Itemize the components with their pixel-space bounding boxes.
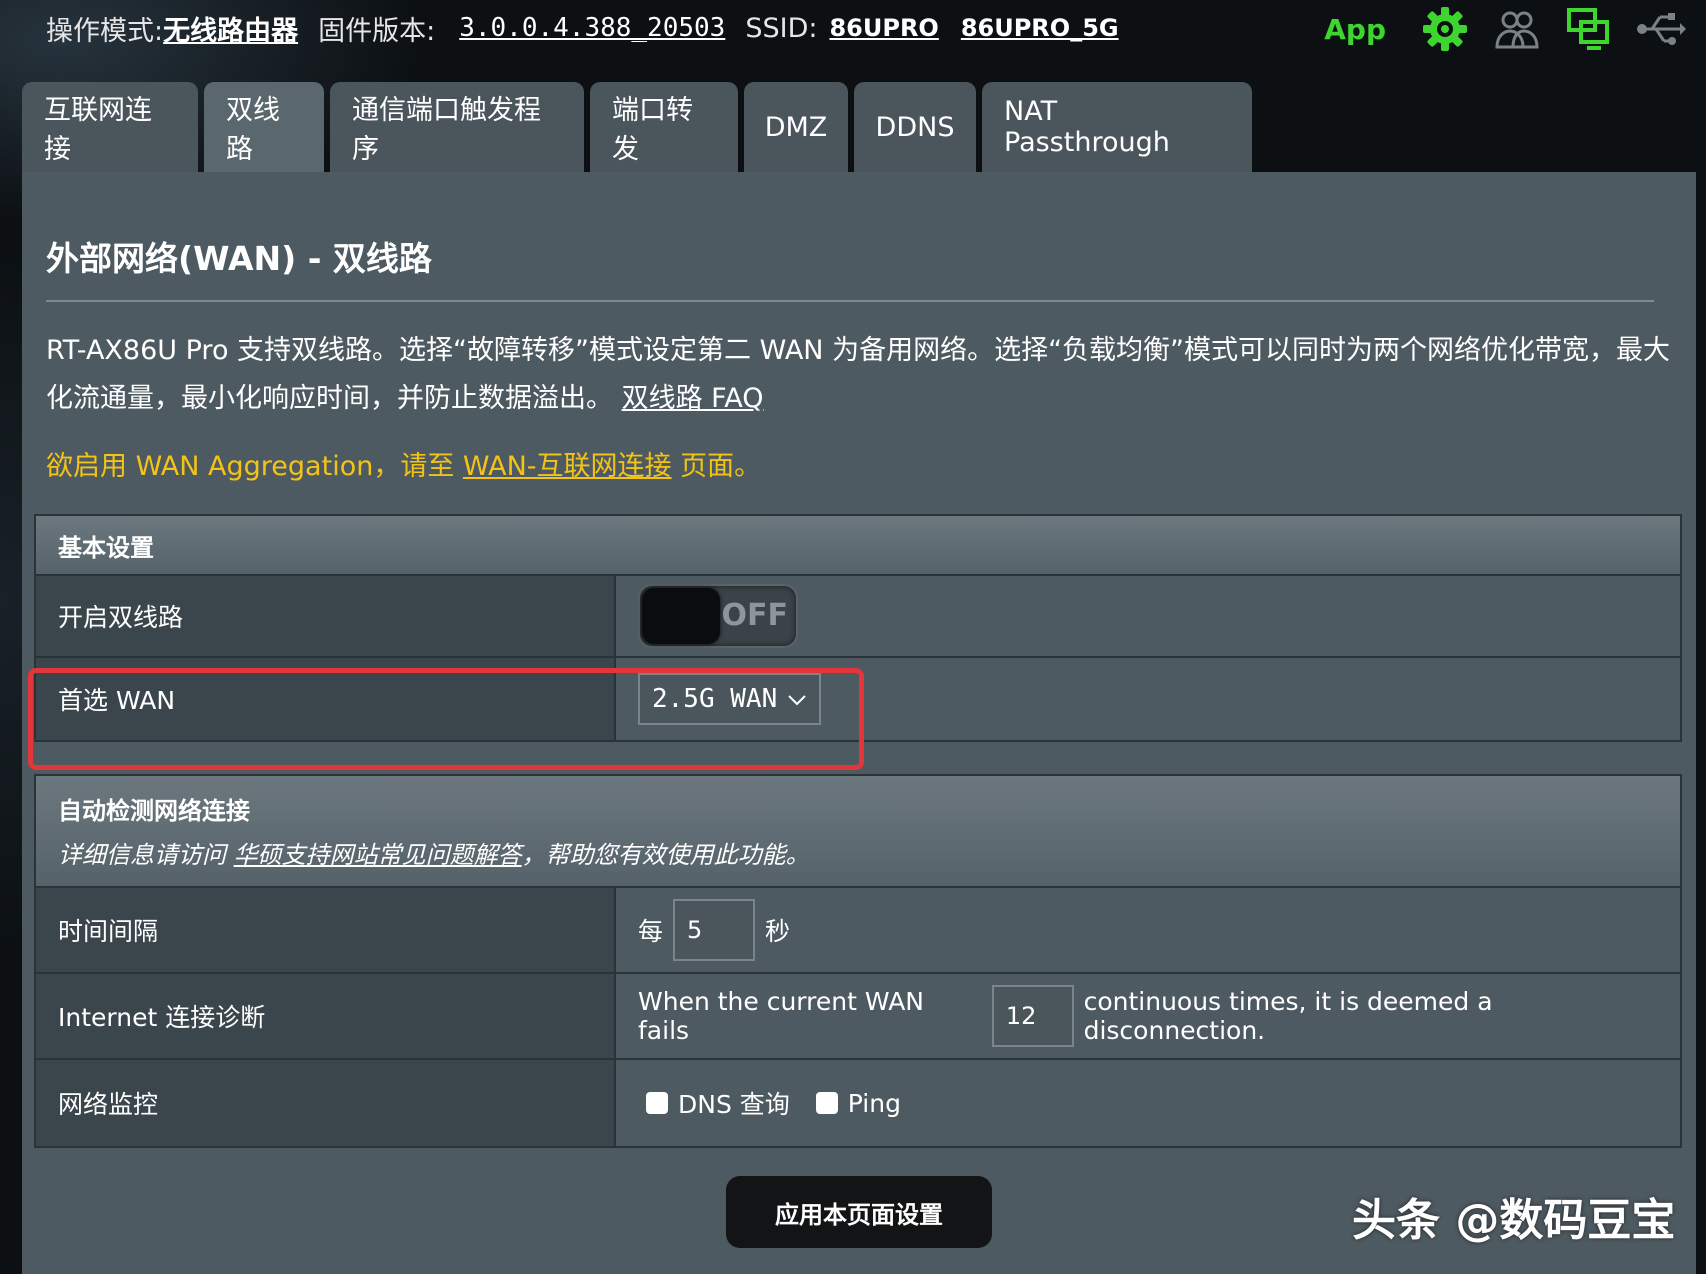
tab-port-forward[interactable]: 端口转发 — [590, 82, 738, 172]
toggle-state: OFF — [721, 598, 789, 633]
dual-wan-cell: OFF — [616, 576, 1680, 656]
table-row: Internet 连接诊断 When the current WAN fails… — [36, 974, 1680, 1060]
primary-wan-value: 2.5G WAN — [652, 684, 778, 714]
diagnosis-suffix: continuous times, it is deemed a disconn… — [1083, 987, 1493, 1045]
auto-detect-subtitle: 详细信息请访问 华硕支持网站常见问题解答，帮助您有效使用此功能。 — [58, 832, 1680, 878]
table-row: 时间间隔 每 5 秒 — [36, 888, 1680, 974]
ping-checkbox[interactable] — [815, 1092, 838, 1114]
tab-label: 通信端口触发程序 — [352, 95, 541, 165]
tab-ddns[interactable]: DDNS — [854, 82, 976, 172]
primary-wan-cell: 2.5G WAN — [616, 658, 1680, 740]
tab-label: 端口转发 — [612, 95, 693, 165]
primary-wan-label: 首选 WAN — [36, 658, 616, 740]
app-link[interactable]: App — [1324, 13, 1386, 46]
table-row: 首选 WAN 2.5G WAN — [36, 658, 1680, 740]
interval-cell: 每 5 秒 — [616, 888, 1680, 972]
table-row: 网络监控 DNS 查询 Ping — [36, 1060, 1680, 1146]
interval-label: 时间间隔 — [36, 888, 616, 972]
tab-label: 互联网连接 — [44, 95, 152, 165]
asus-faq-link[interactable]: 华硕支持网站常见问题解答 — [234, 841, 522, 869]
main-panel: 外部网络(WAN) - 双线路 RT-AX86U Pro 支持双线路。选择“故障… — [22, 172, 1696, 1274]
notice-suffix: 页面。 — [671, 451, 762, 482]
tab-nat-passthrough[interactable]: NAT Passthrough — [982, 82, 1252, 172]
auto-detect-header: 自动检测网络连接 详细信息请访问 华硕支持网站常见问题解答，帮助您有效使用此功能… — [36, 776, 1680, 888]
notice-prefix: 欲启用 WAN Aggregation，请至 — [46, 451, 463, 482]
interval-suffix: 秒 — [765, 917, 791, 946]
table-row: 开启双线路 OFF — [36, 576, 1680, 658]
basic-settings-table: 基本设置 开启双线路 OFF 首选 WAN 2.5G WAN — [34, 514, 1682, 742]
firmware-label: 固件版本: — [318, 15, 436, 47]
tab-label: DMZ — [764, 111, 828, 143]
ssid-label: SSID: — [745, 12, 818, 44]
monitor-label: 网络监控 — [36, 1060, 616, 1146]
ssid-link-1[interactable]: 86UPRO — [829, 14, 938, 42]
apply-button[interactable]: 应用本页面设置 — [726, 1176, 992, 1248]
tab-label: 双线路 — [226, 95, 280, 165]
diagnosis-label: Internet 连接诊断 — [36, 974, 616, 1058]
interval-input[interactable]: 5 — [673, 899, 756, 961]
subtitle-suffix: ，帮助您有效使用此功能。 — [521, 841, 810, 869]
watermark: 头条 @数码豆宝 — [1352, 1195, 1676, 1246]
firmware-value-link[interactable]: 3.0.0.4.388_20503 — [459, 13, 725, 43]
tab-dual-wan[interactable]: 双线路 — [204, 82, 324, 172]
wan-internet-link[interactable]: WAN-互联网连接 — [463, 451, 672, 482]
tab-label: DDNS — [875, 111, 955, 143]
dns-query-checkbox[interactable] — [646, 1092, 668, 1114]
page-title: 外部网络(WAN) - 双线路 — [46, 239, 432, 278]
interval-prefix: 每 — [638, 917, 664, 946]
network-icon[interactable] — [1564, 6, 1614, 52]
fail-count-input[interactable]: 12 — [991, 985, 1074, 1047]
primary-wan-select[interactable]: 2.5G WAN — [638, 673, 822, 725]
fail-count-value: 12 — [1005, 1002, 1037, 1030]
status-bar: 操作模式: 无线路由器 固件版本: 3.0.0.4.388_20503 SSID… — [46, 8, 1129, 48]
top-icons: App — [1324, 6, 1686, 52]
auto-detect-table: 自动检测网络连接 详细信息请访问 华硕支持网站常见问题解答，帮助您有效使用此功能… — [34, 774, 1682, 1148]
toggle-knob — [642, 588, 720, 644]
faq-link[interactable]: 双线路 FAQ — [622, 383, 764, 414]
basic-settings-header: 基本设置 — [36, 516, 1680, 576]
interval-value: 5 — [687, 916, 703, 944]
subtitle-prefix: 详细信息请访问 — [58, 841, 234, 869]
auto-detect-title: 自动检测网络连接 — [58, 797, 250, 825]
mode-label: 操作模式: — [46, 15, 164, 47]
title-divider — [46, 300, 1654, 302]
ping-label: Ping — [847, 1088, 901, 1118]
diagnosis-cell: When the current WAN fails 12 continuous… — [616, 974, 1680, 1058]
dual-wan-toggle[interactable]: OFF — [638, 584, 798, 648]
tab-label: NAT Passthrough — [1004, 96, 1170, 158]
gear-icon[interactable] — [1420, 6, 1470, 52]
dns-query-label: DNS 查询 — [678, 1090, 790, 1119]
mode-value-link[interactable]: 无线路由器 — [163, 9, 298, 48]
chevron-down-icon — [787, 684, 807, 714]
page-description: RT-AX86U Pro 支持双线路。选择“故障转移”模式设定第二 WAN 为备… — [46, 327, 1676, 423]
description-text: RT-AX86U Pro 支持双线路。选择“故障转移”模式设定第二 WAN 为备… — [46, 335, 1671, 414]
tab-bar: 互联网连接 双线路 通信端口触发程序 端口转发 DMZ DDNS NAT Pas… — [22, 82, 1252, 172]
aggregation-notice: 欲启用 WAN Aggregation，请至 WAN-互联网连接 页面。 — [46, 444, 761, 483]
dual-wan-label: 开启双线路 — [36, 576, 616, 656]
ssid-link-2[interactable]: 86UPRO_5G — [961, 14, 1119, 42]
monitor-cell: DNS 查询 Ping — [616, 1060, 1680, 1146]
users-icon[interactable] — [1492, 6, 1542, 52]
usb-icon[interactable] — [1636, 6, 1686, 52]
diagnosis-prefix: When the current WAN fails — [638, 987, 924, 1045]
tab-port-trigger[interactable]: 通信端口触发程序 — [330, 82, 584, 172]
tab-internet[interactable]: 互联网连接 — [22, 82, 198, 172]
tab-dmz[interactable]: DMZ — [744, 82, 848, 172]
